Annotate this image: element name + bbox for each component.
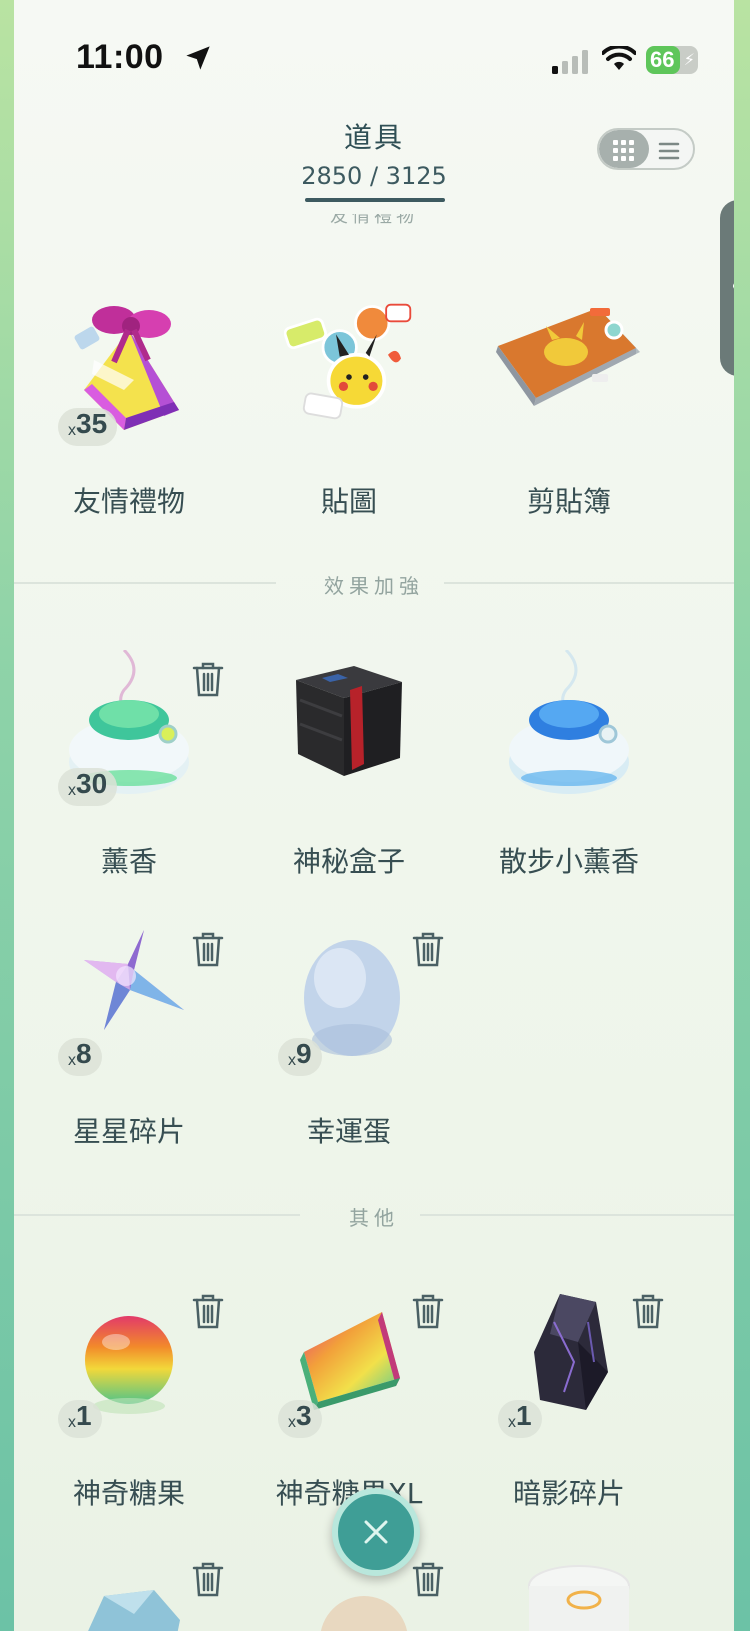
item-label: 薰香 [100, 845, 157, 878]
chevron-left-icon [733, 283, 734, 289]
quantity-badge: x8 [58, 1038, 102, 1076]
inventory-panel: 11:00 66 ⚡ 道具 2850 / 3125 友情禮物 x35 友情禮物 … [14, 0, 734, 1631]
trash-icon[interactable] [632, 1292, 664, 1330]
item-daily-adventure-incense[interactable]: 散步小薰香 [454, 650, 674, 910]
item-shadow-shard[interactable]: x1 暗影碎片 [454, 1282, 674, 1542]
item-label: 神奇糖果 [72, 1477, 185, 1510]
trash-icon[interactable] [412, 1560, 444, 1598]
count-underline [305, 198, 445, 202]
item-label: 友情禮物 [72, 485, 185, 518]
quantity-badge: x35 [58, 408, 118, 446]
item-label: 剪貼簿 [526, 485, 611, 518]
trash-icon[interactable] [192, 1292, 224, 1330]
crystal-icon [88, 1590, 180, 1631]
section-header-boost: 效果加強 [324, 574, 424, 598]
trash-icon[interactable] [192, 930, 224, 968]
trash-icon[interactable] [412, 930, 444, 968]
item-star-piece[interactable]: x8 星星碎片 [14, 920, 234, 1180]
item-label: 神秘盒子 [292, 845, 405, 878]
grid-view-button[interactable] [599, 130, 649, 168]
item-incense[interactable]: x30 薰香 [14, 650, 234, 910]
item-lucky-egg[interactable]: x9 幸運蛋 [234, 920, 454, 1180]
faded-section-label: 友情禮物 [330, 214, 418, 227]
close-button[interactable] [332, 1488, 420, 1576]
close-icon [364, 1520, 388, 1544]
item-partial-1[interactable] [14, 1550, 234, 1631]
charging-bolt-icon: ⚡ [683, 50, 695, 69]
side-drawer-tab[interactable] [720, 200, 734, 376]
cellular-signal-icon [552, 50, 588, 74]
item-label: 暗影碎片 [512, 1477, 625, 1510]
device-icon [528, 1565, 630, 1631]
wifi-icon [602, 46, 636, 70]
battery-percent: 66 [650, 47, 675, 72]
scrapbook-icon [496, 308, 640, 406]
trash-icon[interactable] [192, 660, 224, 698]
quantity-badge: x3 [278, 1400, 322, 1438]
trash-icon[interactable] [192, 1560, 224, 1598]
list-view-button[interactable] [647, 130, 693, 168]
quantity-badge: x9 [278, 1038, 322, 1076]
item-friendship-gift[interactable]: x35 友情禮物 [14, 290, 234, 550]
item-label: 幸運蛋 [306, 1115, 391, 1148]
item-label: 散步小薰香 [498, 845, 639, 878]
item-mystery-box[interactable]: 神秘盒子 [234, 650, 454, 910]
item-partial-3[interactable] [454, 1550, 674, 1631]
quantity-badge: x1 [58, 1400, 102, 1438]
item-label: 貼圖 [320, 485, 377, 518]
incense-blue-icon [509, 650, 629, 794]
mystery-box-icon [296, 666, 402, 776]
quantity-badge: x30 [58, 768, 118, 806]
status-time: 11:00 [76, 38, 164, 76]
battery-indicator: 66 ⚡ [646, 46, 698, 74]
quantity-badge: x1 [498, 1400, 542, 1438]
item-stickers[interactable]: 貼圖 [234, 290, 454, 550]
view-toggle[interactable] [597, 128, 695, 170]
section-header-other: 其他 [349, 1206, 399, 1230]
list-icon [658, 142, 680, 160]
location-arrow-icon [186, 46, 210, 70]
item-rare-candy[interactable]: x1 神奇糖果 [14, 1282, 234, 1542]
stickers-icon [284, 303, 412, 420]
grid-icon [613, 140, 634, 161]
item-label: 星星碎片 [72, 1115, 185, 1148]
trash-icon[interactable] [412, 1292, 444, 1330]
item-scrapbook[interactable]: 剪貼簿 [454, 290, 674, 550]
